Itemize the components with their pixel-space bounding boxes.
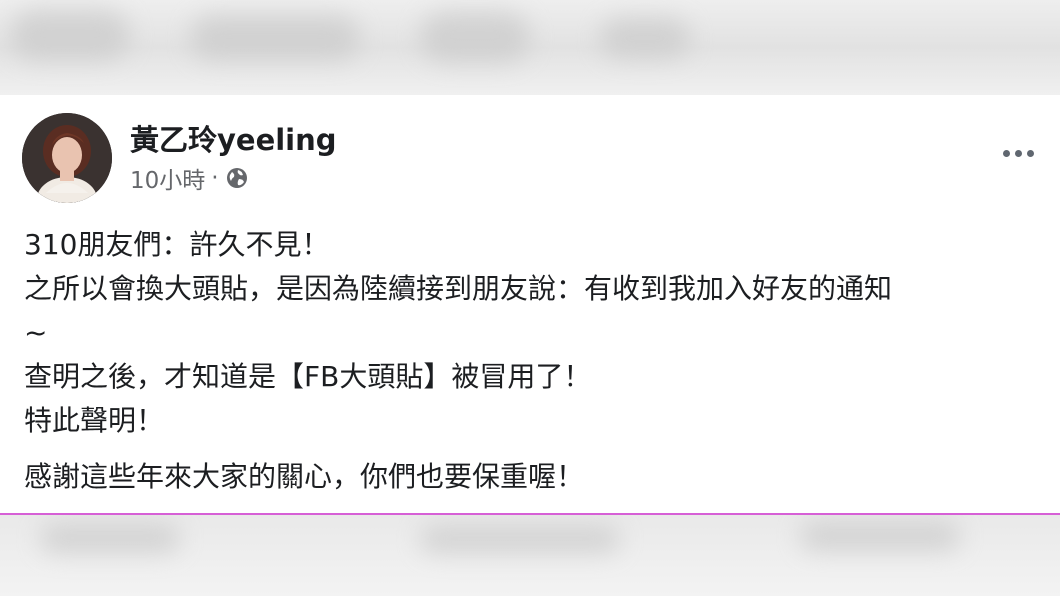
post-text-line: 特此聲明！	[24, 404, 165, 437]
more-options-button[interactable]	[996, 139, 1040, 167]
more-horizontal-icon	[1002, 149, 1010, 157]
post-text-line: 之所以會換大頭貼，是因為陸續接到朋友說：有收到我加入好友的通知	[24, 272, 893, 305]
blurred-background-top	[0, 0, 1060, 95]
globe-icon[interactable]	[225, 166, 249, 190]
author-avatar[interactable]	[22, 113, 112, 203]
post-text-line: ~	[24, 316, 48, 349]
post-text-line: 310朋友們：許久不見！	[24, 228, 330, 261]
post-meta: 10小時 ·	[130, 161, 249, 195]
post-text-line: 查明之後，才知道是【FB大頭貼】被冒用了！	[24, 360, 592, 393]
facebook-post-card: 黃乙玲yeeling 10小時 · 310朋友們：許久不見！ 之所以會換大頭貼，…	[0, 95, 1060, 515]
meta-separator: ·	[211, 165, 219, 191]
post-text: 310朋友們：許久不見！ 之所以會換大頭貼，是因為陸續接到朋友說：有收到我加入好…	[24, 223, 1054, 499]
author-name[interactable]: 黃乙玲yeeling	[130, 117, 337, 159]
post-timestamp[interactable]: 10小時	[130, 161, 205, 195]
blurred-background-bottom	[0, 515, 1060, 596]
post-text-line: 感謝這些年來大家的關心，你們也要保重喔！	[24, 460, 585, 493]
